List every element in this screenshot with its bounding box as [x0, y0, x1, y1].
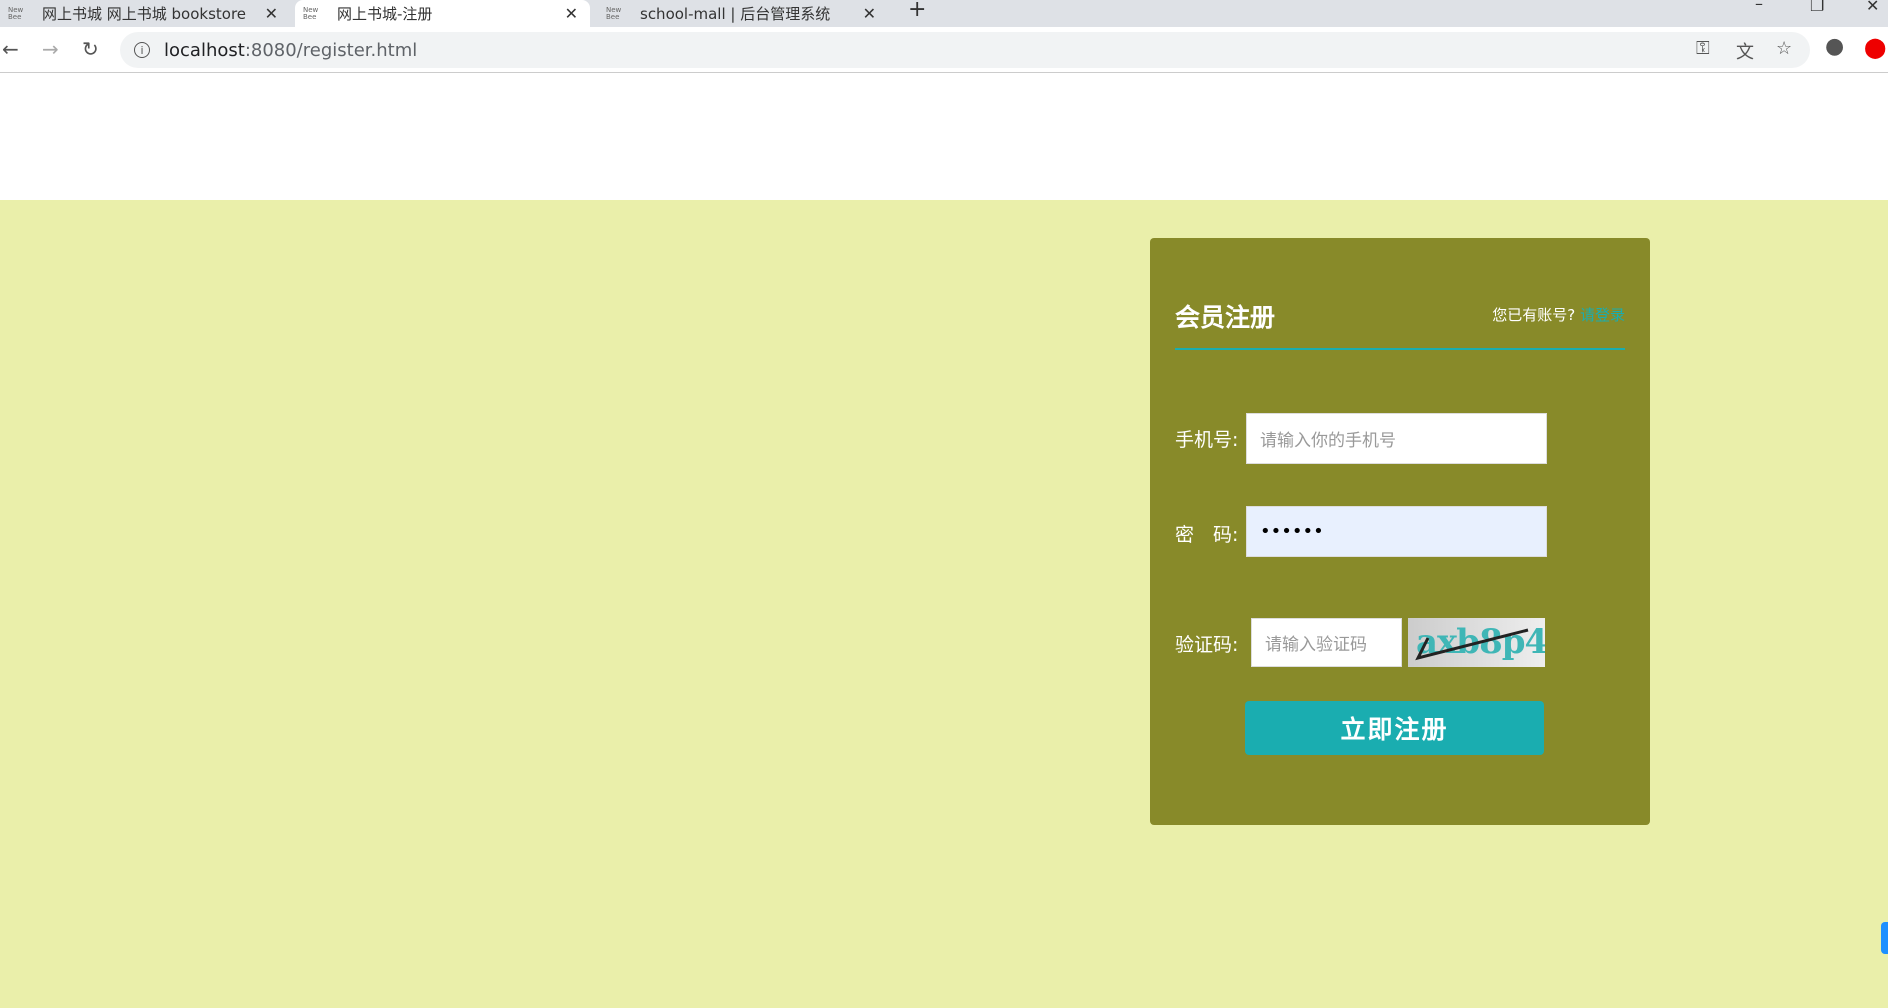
- address-bar-row: ← → ↻ i localhost:8080/register.html ⚿ 文…: [0, 27, 1888, 73]
- new-tab-icon[interactable]: +: [908, 0, 926, 22]
- tab-school-mall[interactable]: New Bee school-mall | 后台管理系统 ✕: [598, 0, 888, 27]
- restore-icon[interactable]: ❐: [1810, 0, 1824, 15]
- favicon-icon: New Bee: [303, 5, 319, 21]
- favicon-icon: New Bee: [606, 5, 622, 21]
- tab-label: 网上书城-注册: [337, 5, 433, 23]
- has-account-text: 您已有账号?: [1492, 306, 1576, 324]
- close-window-icon[interactable]: ✕: [1866, 0, 1879, 15]
- tab-register[interactable]: New Bee 网上书城-注册 ✕: [295, 0, 590, 27]
- register-card: 会员注册 您已有账号? 请登录 手机号: 请输入你的手机号 密 码: •••••…: [1150, 238, 1650, 825]
- register-title: 会员注册: [1175, 303, 1276, 332]
- translate-icon[interactable]: 文: [1736, 38, 1754, 64]
- tab-label: 网上书城 网上书城 bookstore: [42, 5, 247, 23]
- captcha-image[interactable]: axb8p4: [1408, 618, 1545, 667]
- login-prompt: 您已有账号? 请登录: [1492, 304, 1625, 325]
- tab-label: school-mall | 后台管理系统: [640, 5, 831, 23]
- key-icon[interactable]: ⚿: [1696, 38, 1710, 59]
- url-host: localhost: [164, 39, 245, 61]
- forward-icon[interactable]: →: [42, 37, 59, 61]
- tab-bookstore[interactable]: New Bee 网上书城 网上书城 bookstore ✕: [0, 0, 290, 27]
- register-button[interactable]: 立即注册: [1245, 701, 1544, 755]
- title-divider: [1175, 348, 1625, 350]
- close-tab-icon[interactable]: ✕: [863, 4, 876, 23]
- close-tab-icon[interactable]: ✕: [565, 4, 578, 23]
- phone-label: 手机号:: [1175, 429, 1239, 451]
- extension-icon[interactable]: ⬤: [1864, 35, 1886, 59]
- side-widget[interactable]: [1881, 922, 1888, 954]
- url-input[interactable]: i localhost:8080/register.html: [120, 32, 1810, 68]
- profile-icon[interactable]: ●: [1825, 34, 1844, 59]
- close-tab-icon[interactable]: ✕: [265, 4, 278, 23]
- star-icon[interactable]: ☆: [1776, 38, 1792, 59]
- tab-bar: New Bee 网上书城 网上书城 bookstore ✕ New Bee 网上…: [0, 0, 1888, 27]
- captcha-strike: [1415, 628, 1529, 661]
- captcha-label: 验证码:: [1175, 634, 1239, 656]
- minimize-icon[interactable]: –: [1755, 0, 1763, 13]
- phone-input[interactable]: 请输入你的手机号: [1246, 413, 1547, 464]
- captcha-input[interactable]: 请输入验证码: [1251, 618, 1402, 667]
- reload-icon[interactable]: ↻: [82, 37, 99, 61]
- page-body: 会员注册 您已有账号? 请登录 手机号: 请输入你的手机号 密 码: •••••…: [0, 200, 1888, 1008]
- login-link[interactable]: 请登录: [1580, 306, 1625, 324]
- password-input[interactable]: ••••••: [1246, 506, 1547, 557]
- back-icon[interactable]: ←: [2, 37, 19, 61]
- url-path: :8080/register.html: [244, 39, 418, 61]
- info-icon[interactable]: i: [134, 42, 150, 58]
- favicon-icon: New Bee: [8, 5, 24, 21]
- password-label: 密 码:: [1175, 524, 1239, 546]
